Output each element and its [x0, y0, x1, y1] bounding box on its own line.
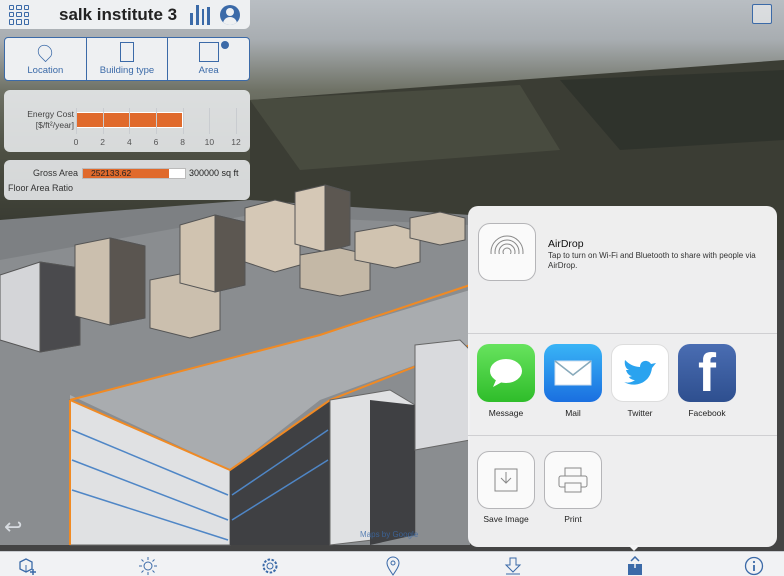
energy-cost-label-unit: [$/ft²/year]: [35, 120, 74, 130]
tab-location-label: Location: [27, 65, 64, 76]
facebook-icon: f: [678, 344, 736, 402]
gross-area-bar: 252133.62: [82, 168, 186, 179]
airdrop-title: AirDrop: [548, 238, 584, 250]
print-action[interactable]: Print: [543, 451, 603, 524]
share-icon[interactable]: [625, 555, 643, 575]
gross-area-label: Gross Area: [33, 168, 79, 178]
tab-area[interactable]: Area: [168, 38, 249, 80]
energy-axis-gridline: [236, 108, 237, 134]
energy-axis-gridline: [209, 108, 211, 134]
share-sheet: AirDrop Tap to turn on Wi-Fi and Bluetoo…: [468, 206, 777, 547]
share-app-mail[interactable]: Mail: [543, 344, 603, 418]
energy-axis-tick-label: 10: [204, 137, 215, 147]
3d-view-cube-icon[interactable]: [752, 4, 772, 24]
tab-building-type-label: Building type: [99, 65, 155, 76]
save-image-action[interactable]: Save Image: [476, 451, 536, 524]
mail-icon: [544, 344, 602, 402]
messages-icon: [477, 344, 535, 402]
bar-chart-icon[interactable]: [190, 4, 210, 25]
gross-area-value: 252133.62: [91, 168, 132, 178]
energy-axis-gridline: [102, 108, 104, 134]
grid-menu-icon[interactable]: [9, 4, 29, 25]
download-icon[interactable]: [503, 556, 522, 575]
share-app-messages-label: Message: [488, 408, 524, 418]
energy-axis-gridline: [156, 108, 157, 134]
energy-axis-gridline: [182, 108, 184, 134]
location-pin-icon: [35, 41, 56, 63]
building-icon: [120, 42, 134, 62]
share-app-mail-label: Mail: [565, 408, 581, 418]
user-icon[interactable]: [220, 4, 240, 25]
energy-cost-label: Energy Cost [$/ft²/year]: [10, 109, 74, 131]
share-app-twitter-label: Twitter: [627, 408, 653, 418]
airdrop-description: Tap to turn on Wi-Fi and Bluetooth to sh…: [548, 251, 756, 270]
save-image-label: Save Image: [483, 514, 529, 524]
energy-axis-tick-label: 2: [100, 137, 106, 147]
area-icon: [198, 42, 219, 62]
share-app-facebook-label: Facebook: [688, 408, 726, 418]
floor-area-ratio-label: Floor Area Ratio: [8, 183, 74, 193]
airdrop-section[interactable]: AirDrop Tap to turn on Wi-Fi and Bluetoo…: [468, 206, 777, 334]
energy-axis-tick-label: 6: [153, 137, 159, 147]
map-credit: Maps by Google: [360, 530, 419, 539]
energy-axis-gridline: [129, 108, 131, 134]
project-title: salk institute 3: [59, 4, 178, 24]
gross-area-panel: Gross Area 252133.62 300000 sq ft Floor …: [4, 160, 250, 200]
energy-axis-tick-label: 0: [73, 137, 79, 147]
location-icon[interactable]: [383, 556, 401, 576]
energy-axis-tick-label: 8: [180, 137, 186, 147]
bottom-toolbar: [0, 551, 784, 576]
energy-cost-label-line1: Energy Cost: [27, 109, 74, 119]
share-actions-row: Save Image Print: [468, 436, 777, 547]
share-apps-row: Message Mail Twitter f Facebook: [468, 334, 777, 436]
top-bar: salk institute 3: [0, 0, 250, 29]
info-icon[interactable]: [744, 556, 764, 576]
twitter-icon: [611, 344, 669, 402]
tab-area-label: Area: [198, 65, 219, 76]
share-app-messages[interactable]: Message: [476, 344, 536, 418]
airdrop-icon[interactable]: [478, 223, 536, 281]
settings-icon[interactable]: [260, 556, 278, 574]
check-badge-icon: [221, 41, 230, 49]
tab-building-type[interactable]: Building type: [87, 38, 169, 80]
parameter-tabs: Location Building type Area: [4, 37, 250, 81]
print-label: Print: [564, 514, 582, 524]
share-app-twitter[interactable]: Twitter: [610, 344, 670, 418]
tab-location[interactable]: Location: [5, 38, 87, 80]
save-image-icon: [477, 451, 535, 509]
energy-cost-panel: Energy Cost [$/ft²/year] 0 2 4 6 8 10 12: [4, 90, 250, 152]
gross-area-max: 300000 sq ft: [189, 168, 239, 178]
energy-axis-tick-label: 12: [231, 137, 241, 147]
energy-axis-gridline: [76, 108, 77, 134]
print-icon: [544, 451, 602, 509]
share-app-facebook[interactable]: f Facebook: [677, 344, 737, 418]
add-model-icon[interactable]: [16, 556, 36, 575]
back-arrow-icon[interactable]: ↩: [4, 514, 22, 540]
sun-icon[interactable]: [138, 556, 157, 575]
energy-axis-tick-label: 4: [126, 137, 132, 147]
